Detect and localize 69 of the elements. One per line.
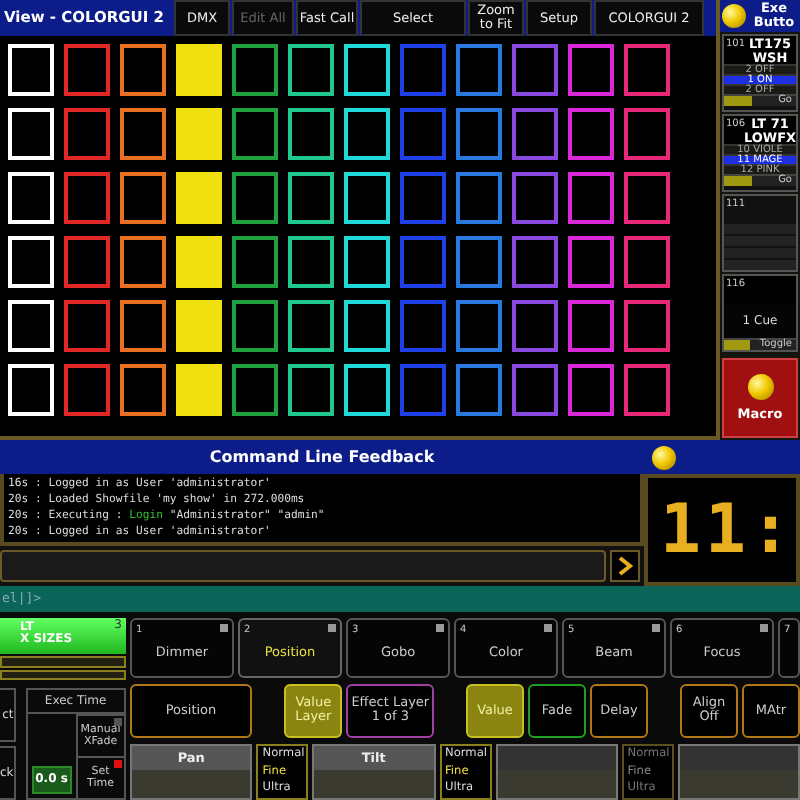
color-swatch[interactable] xyxy=(232,236,278,288)
color-swatch[interactable] xyxy=(568,364,614,416)
color-swatch[interactable] xyxy=(344,172,390,224)
color-swatch[interactable] xyxy=(512,364,558,416)
color-swatch[interactable] xyxy=(512,300,558,352)
color-swatch[interactable] xyxy=(400,44,446,96)
color-swatch[interactable] xyxy=(120,300,166,352)
color-swatch[interactable] xyxy=(344,364,390,416)
color-swatch[interactable] xyxy=(456,300,502,352)
color-swatch[interactable] xyxy=(568,300,614,352)
color-swatch[interactable] xyxy=(232,108,278,160)
color-swatch[interactable] xyxy=(568,44,614,96)
color-swatch[interactable] xyxy=(344,108,390,160)
color-swatch[interactable] xyxy=(232,44,278,96)
color-swatch[interactable] xyxy=(568,108,614,160)
color-swatch[interactable] xyxy=(344,44,390,96)
feedback-header: Command Line Feedback xyxy=(0,440,644,474)
color-swatch[interactable] xyxy=(120,108,166,160)
color-swatch[interactable] xyxy=(512,236,558,288)
color-swatch[interactable] xyxy=(456,172,502,224)
color-swatch[interactable] xyxy=(624,236,670,288)
color-swatch[interactable] xyxy=(456,108,502,160)
chevron-icon xyxy=(617,556,633,576)
color-swatch[interactable] xyxy=(568,172,614,224)
color-swatch[interactable] xyxy=(344,300,390,352)
color-swatch[interactable] xyxy=(288,44,334,96)
color-swatch[interactable] xyxy=(232,364,278,416)
encoder-bar[interactable] xyxy=(495,744,618,800)
color-swatch[interactable] xyxy=(624,300,670,352)
command-input-field[interactable] xyxy=(0,550,606,582)
ball-icon xyxy=(722,4,746,28)
color-swatch[interactable] xyxy=(120,364,166,416)
color-swatch[interactable] xyxy=(64,236,110,288)
color-swatch[interactable] xyxy=(400,172,446,224)
color-swatch[interactable] xyxy=(64,300,110,352)
color-swatch[interactable] xyxy=(120,236,166,288)
color-swatch[interactable] xyxy=(64,44,110,96)
color-swatch[interactable] xyxy=(400,300,446,352)
color-swatch[interactable] xyxy=(120,172,166,224)
color-swatch[interactable] xyxy=(624,172,670,224)
color-swatch[interactable] xyxy=(232,172,278,224)
ball-icon xyxy=(652,445,676,469)
color-swatch[interactable] xyxy=(400,236,446,288)
color-swatch[interactable] xyxy=(344,236,390,288)
color-swatch[interactable] xyxy=(624,364,670,416)
color-swatch[interactable] xyxy=(288,300,334,352)
color-swatch[interactable] xyxy=(288,108,334,160)
color-swatch[interactable] xyxy=(400,108,446,160)
color-swatch[interactable] xyxy=(456,364,502,416)
color-swatch[interactable] xyxy=(400,364,446,416)
color-swatch[interactable] xyxy=(456,236,502,288)
encoder-bar[interactable] xyxy=(677,744,800,800)
clock-display: 11: xyxy=(644,474,800,586)
color-swatch[interactable] xyxy=(64,364,110,416)
color-swatch[interactable] xyxy=(64,172,110,224)
color-swatch[interactable] xyxy=(512,108,558,160)
color-swatch[interactable] xyxy=(288,364,334,416)
color-swatch[interactable] xyxy=(624,44,670,96)
color-swatch[interactable] xyxy=(120,44,166,96)
execute-button[interactable] xyxy=(610,550,640,582)
color-swatch[interactable] xyxy=(456,44,502,96)
color-swatch[interactable] xyxy=(288,236,334,288)
color-swatch[interactable] xyxy=(232,300,278,352)
color-swatch[interactable] xyxy=(512,44,558,96)
color-swatch[interactable] xyxy=(512,172,558,224)
color-swatch[interactable] xyxy=(288,172,334,224)
color-swatch[interactable] xyxy=(624,108,670,160)
color-swatch[interactable] xyxy=(568,236,614,288)
color-swatch[interactable] xyxy=(64,108,110,160)
